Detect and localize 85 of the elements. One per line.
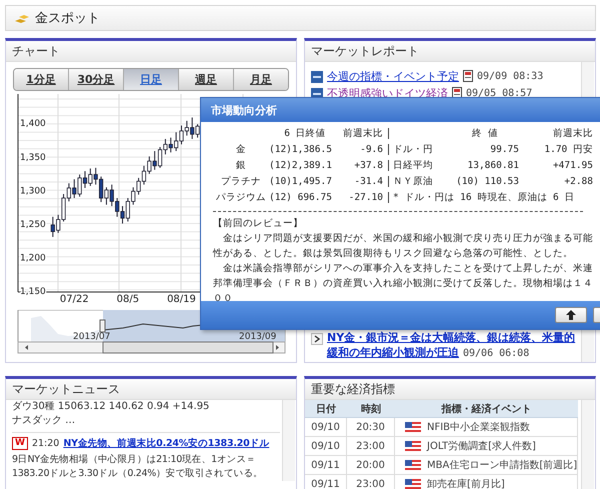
us-flag-icon (405, 460, 421, 470)
table-header: 6 日終値 (283, 127, 327, 140)
table-cell: 23:00 (347, 475, 395, 489)
table-cell-text: ＮＹ原油 (393, 175, 434, 188)
navigator-label: 2013/09 (239, 332, 276, 342)
event-name: JOLT労働調査[求人件数] (427, 440, 536, 453)
us-flag-icon (405, 441, 421, 451)
column-header: 指標・経済イベント (395, 400, 578, 418)
panel-title: 重要な経済指標 (305, 379, 595, 400)
news-link[interactable]: NY金先物、前週末比0.24%安の1383.20ドル (63, 437, 270, 450)
document-icon (463, 70, 473, 82)
period-tab[interactable]: 月足 (233, 69, 288, 90)
table-cell-text: +471.95 (552, 160, 593, 171)
up-arrow-icon (566, 310, 576, 320)
review-paragraph: 金はシリア問題が支援要因だが、米国の緩和縮小観測で戻り売り圧力が強まる可能性がある、とした。銀は景気回復期待もリスク回避なら急落の可能性、とした。 (213, 232, 594, 261)
table-cell-text: (12) 696.75 (269, 192, 333, 203)
period-tab[interactable]: 30分足 (68, 69, 123, 90)
table-cell-text: +37.8 (353, 160, 383, 171)
table-cell-text: 1.70 円安 (543, 143, 593, 156)
table-cell-text: 日経平均 (393, 159, 434, 172)
source-badge: W (12, 437, 28, 450)
table-cell: 23:00 (347, 437, 395, 456)
axis-label: 1,200 (20, 253, 46, 264)
review-heading: 【前回のレビュー】 (213, 217, 304, 231)
us-flag-icon (405, 422, 421, 432)
axis-label: 08/5 (116, 294, 140, 304)
table-header: 前週末比 (342, 127, 383, 140)
table-header: 前週末比 (552, 127, 593, 140)
table-cell: 09/11 (305, 475, 347, 489)
axis-label: 08/19 (167, 294, 196, 304)
event-name: 卸売在庫[前月比] (427, 478, 505, 489)
table-cell: 09/10 (305, 437, 347, 456)
table-cell-text: 銀 (235, 159, 247, 172)
period-tab[interactable]: 日足 (123, 69, 178, 90)
navigator-label: 2013/07 (73, 332, 110, 342)
report-time: 09/05 08:57 (466, 87, 532, 101)
scroll-up-button[interactable] (555, 307, 587, 323)
news-time: 21:20 (32, 438, 60, 449)
news-link[interactable]: NY金・銀市況＝金は大幅続落、銀は続落、米量的緩和の年内縮小観測が圧迫 09/06 06:08 (327, 330, 579, 361)
axis-label: 1,350 (20, 152, 46, 163)
table-cell: 09/10 (305, 418, 347, 437)
axis-label: 1,300 (20, 186, 46, 196)
page-title: 金スポット (35, 10, 100, 27)
table-cell-text: 金 (235, 143, 247, 156)
table-cell: 09/11 (305, 456, 347, 475)
column-header: 時刻 (347, 400, 395, 418)
table-cell-text: (10) 110.53 (455, 176, 519, 187)
report-time: 09/09 08:33 (477, 70, 544, 84)
panel-title: マーケットレポート (305, 41, 595, 62)
axis-label: 07/22 (60, 294, 89, 304)
table-cell-text: -27.10 (348, 192, 383, 203)
table-note: * ドル・円は 16 時現在、原油は 6 日 (393, 191, 576, 204)
event-name: MBA住宅ローン申請指数[前週比] (427, 458, 578, 472)
report-icon (311, 71, 323, 83)
panel-title: マーケットニュース (6, 379, 296, 400)
news-text: ナスダック … (12, 414, 76, 428)
scrollbar[interactable] (18, 342, 286, 354)
news-text: 9日NY金先物相場（中心限月）は21:10現在、1オンス＝1383.20ドルと3.30ドル（0.24%）安で取引されている。 (12, 453, 264, 481)
table-header: 終 値 (471, 127, 499, 140)
table-cell-text: 99.75 (489, 144, 519, 155)
period-tab[interactable]: 1分足 (14, 69, 68, 90)
column-header: 日付 (305, 400, 347, 418)
table-cell-text: パラジウム (215, 191, 267, 204)
table-cell-text: (10)1,495.7 (269, 176, 333, 187)
axis-label: 1,400 (20, 119, 46, 130)
table-cell-text: 13,860.81 (466, 160, 519, 171)
table-cell: 20:30 (347, 418, 395, 437)
table-cell-text: -31.4 (353, 176, 383, 187)
dialog-title: 市場動向分析 (201, 98, 600, 122)
period-tab[interactable]: 週足 (178, 69, 233, 90)
table-cell-text: ドル・円 (393, 143, 434, 156)
table-cell-text: (12)2,389.1 (269, 160, 333, 171)
table-cell: 20:00 (347, 456, 395, 475)
event-name: NFIB中小企業楽観指数 (427, 420, 530, 434)
table-cell-text: -9.6 (359, 144, 383, 155)
review-paragraph: 金は米議会指導部がシリアへの軍事介入を支持したことを受けて上昇したが、米連邦準備理事会（ＦＲＢ）の資産買い入れ縮小観測に受けて反落した。現物相場は１４００ (213, 262, 594, 301)
axis-label: 1,250 (20, 220, 46, 230)
table-cell-text: プラチナ (220, 175, 262, 188)
ingot-icon (14, 12, 30, 24)
panel-title: チャート (6, 41, 296, 62)
us-flag-icon (405, 479, 421, 489)
table-cell-text: +2.88 (563, 176, 593, 187)
news-text: ダウ30種 15063.12 140.62 0.94 +14.95 (12, 400, 210, 414)
report-link[interactable]: 今週の指標・イベント予定 (327, 68, 459, 85)
table-cell-text: (12)1,386.5 (269, 144, 333, 155)
